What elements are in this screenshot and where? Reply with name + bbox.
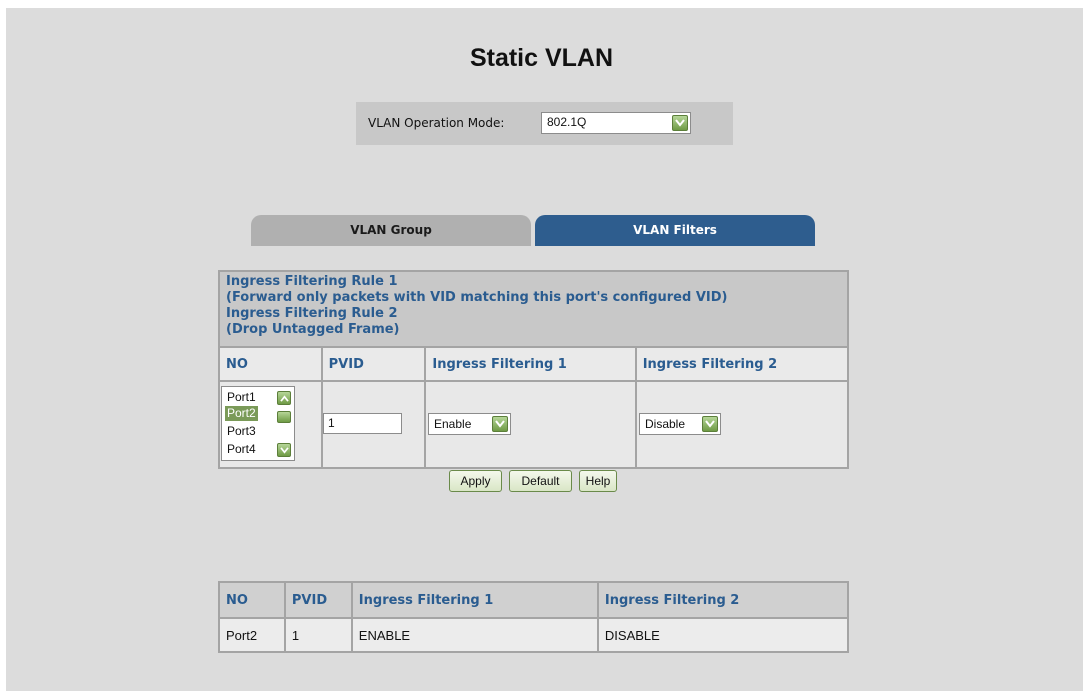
col-header-pvid: PVID xyxy=(320,346,427,382)
col-header-ingress-1: Ingress Filtering 1 xyxy=(424,346,637,382)
list-item[interactable]: Port4 xyxy=(225,442,258,457)
rule-2-detail: (Drop Untagged Frame) xyxy=(226,322,400,337)
chevron-down-icon[interactable] xyxy=(672,115,688,131)
rule-1-detail: (Forward only packets with VID matching … xyxy=(226,290,728,305)
summary-header-no: NO xyxy=(218,581,286,619)
summary-header-ingress-2: Ingress Filtering 2 xyxy=(596,581,850,619)
summary-cell-ingress-2: DISABLE xyxy=(596,617,850,653)
ingress-filter-2-value: Disable xyxy=(645,417,686,431)
default-button[interactable]: Default xyxy=(509,470,572,492)
rule-1-title: Ingress Filtering Rule 1 xyxy=(226,274,398,289)
chevron-down-icon[interactable] xyxy=(492,416,508,432)
list-item[interactable]: Port3 xyxy=(225,424,258,439)
table-row: Port2 1 ENABLE DISABLE xyxy=(218,617,850,653)
col-header-ingress-2: Ingress Filtering 2 xyxy=(634,346,850,382)
ingress-filter-2-select[interactable]: Disable xyxy=(639,413,721,435)
summary-cell-pvid: 1 xyxy=(283,617,353,653)
pvid-input[interactable]: 1 xyxy=(323,413,402,434)
ingress-filter-1-select[interactable]: Enable xyxy=(428,413,511,435)
page-title: Static VLAN xyxy=(469,44,614,72)
port-listbox[interactable]: Port1 Port2 Port3 Port4 xyxy=(221,386,295,461)
help-button[interactable]: Help xyxy=(579,470,617,492)
vlan-mode-value: 802.1Q xyxy=(547,115,587,129)
vlan-mode-label: VLAN Operation Mode: xyxy=(368,116,505,130)
filter-config-table: Ingress Filtering Rule 1 (Forward only p… xyxy=(218,270,850,469)
summary-header-pvid: PVID xyxy=(283,581,353,619)
vlan-mode-select[interactable]: 802.1Q xyxy=(541,112,691,134)
rule-2-title: Ingress Filtering Rule 2 xyxy=(226,306,398,321)
tab-vlan-group[interactable]: VLAN Group xyxy=(251,215,531,246)
filter-rules-description: Ingress Filtering Rule 1 (Forward only p… xyxy=(218,270,849,348)
ingress-filter-1-value: Enable xyxy=(434,417,472,431)
vlan-mode-box: VLAN Operation Mode: 802.1Q xyxy=(356,102,733,145)
list-item[interactable]: Port1 xyxy=(225,390,258,405)
summary-cell-ingress-1: ENABLE xyxy=(350,617,599,653)
col-header-no: NO xyxy=(218,346,323,382)
list-item-selected[interactable]: Port2 xyxy=(225,406,258,421)
scroll-up-icon[interactable] xyxy=(277,391,291,405)
chevron-down-icon[interactable] xyxy=(702,416,718,432)
apply-button[interactable]: Apply xyxy=(449,470,502,492)
tab-vlan-filters[interactable]: VLAN Filters xyxy=(535,215,815,246)
summary-cell-port: Port2 xyxy=(218,617,286,653)
summary-table: NO PVID Ingress Filtering 1 Ingress Filt… xyxy=(218,581,850,653)
scroll-down-icon[interactable] xyxy=(277,443,291,457)
scrollbar-thumb[interactable] xyxy=(277,411,291,423)
summary-header-ingress-1: Ingress Filtering 1 xyxy=(350,581,599,619)
